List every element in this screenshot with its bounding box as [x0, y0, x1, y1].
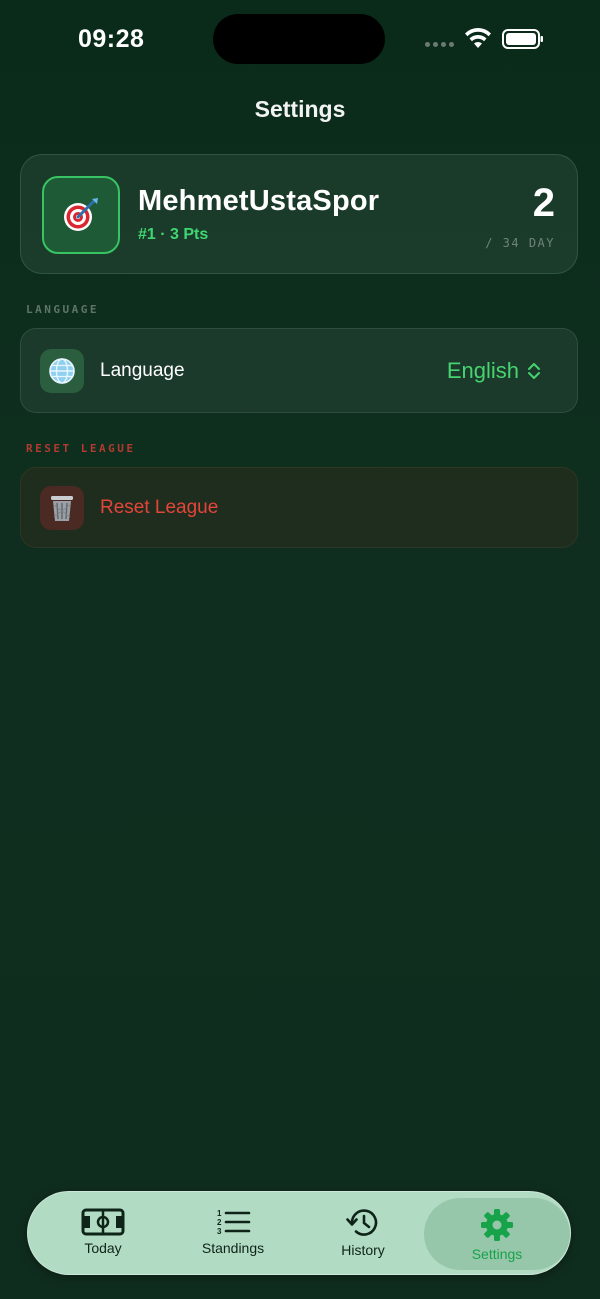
- numbered-list-icon: 1 2 3: [217, 1209, 251, 1236]
- team-avatar: [42, 176, 120, 254]
- tab-bar: Today 1 2 3 Standings History Settings: [27, 1191, 571, 1275]
- status-bar: 09:28: [0, 0, 600, 80]
- page-title: Settings: [254, 96, 346, 122]
- pitch-icon: [81, 1208, 125, 1236]
- dynamic-island: [213, 14, 385, 64]
- history-clock-icon: [346, 1209, 378, 1236]
- team-rank-points: #1 · 3 Pts: [138, 226, 209, 243]
- tab-history-label: History: [341, 1242, 385, 1258]
- language-section-header: LANGUAGE: [26, 303, 99, 316]
- tab-today[interactable]: Today: [38, 1192, 168, 1276]
- reset-league-label: Reset League: [100, 497, 219, 518]
- reset-section-header: RESET LEAGUE: [26, 442, 136, 455]
- status-time: 09:28: [78, 25, 145, 53]
- reset-league-button[interactable]: Reset League: [20, 467, 578, 548]
- svg-text:3: 3: [217, 1227, 222, 1236]
- tab-settings-label: Settings: [471, 1246, 523, 1262]
- profile-card: MehmetUstaSpor #1 · 3 Pts 2 / 34 DAY: [20, 154, 578, 274]
- tab-standings[interactable]: 1 2 3 Standings: [168, 1192, 298, 1276]
- svg-text:2: 2: [217, 1218, 222, 1227]
- dart-target-icon: [64, 198, 98, 231]
- battery-icon: [502, 29, 543, 49]
- language-label: Language: [100, 360, 185, 381]
- current-day: 2: [532, 181, 555, 225]
- cellular-signal-icon: [425, 42, 454, 47]
- trash-icon: [40, 486, 84, 530]
- language-selected-value: English: [446, 358, 519, 383]
- gear-icon: [481, 1209, 513, 1241]
- wifi-icon: [465, 27, 491, 48]
- tab-today-label: Today: [84, 1240, 122, 1256]
- day-total: / 34 DAY: [485, 236, 555, 250]
- globe-icon: [40, 349, 84, 393]
- tab-settings[interactable]: Settings: [424, 1198, 570, 1270]
- tab-standings-label: Standings: [201, 1240, 265, 1256]
- tab-history[interactable]: History: [298, 1192, 428, 1276]
- chevron-up-down-icon: [528, 363, 540, 379]
- team-name: MehmetUstaSpor: [138, 185, 380, 217]
- svg-text:1: 1: [217, 1209, 222, 1218]
- language-picker[interactable]: English: [447, 358, 541, 384]
- language-row[interactable]: Language English: [20, 328, 578, 413]
